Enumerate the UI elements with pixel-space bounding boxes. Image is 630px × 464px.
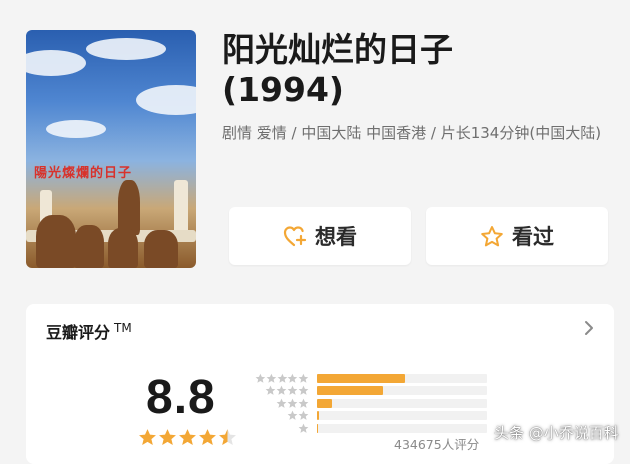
movie-title-name: 阳光灿烂的日子 (222, 30, 453, 69)
score-star-icon (219, 429, 236, 446)
movie-title: 阳光灿烂的日子 (1994) (222, 30, 617, 110)
distribution-stars (255, 385, 309, 396)
distribution-bar-fill (317, 398, 333, 408)
score-star-icon (179, 429, 196, 446)
seen-button[interactable]: 看过 (426, 207, 608, 265)
poster-cloud (26, 50, 86, 76)
score-star-icon (159, 429, 176, 446)
distribution-bar-fill (317, 373, 406, 383)
distribution-bar-track (317, 423, 487, 433)
distribution-bar-track (317, 386, 487, 396)
poster-title-art: 陽光燦爛的日子 (34, 166, 133, 181)
mini-star-icon (287, 410, 298, 421)
distribution-row (255, 397, 487, 410)
mini-star-icon (276, 385, 287, 396)
mini-star-icon (298, 410, 309, 421)
distribution-row (255, 372, 487, 385)
distribution-stars (255, 410, 309, 421)
heart-plus-icon (283, 226, 307, 247)
wish-button[interactable]: 想看 (229, 207, 411, 265)
rating-section-label: 豆瓣评分 (46, 323, 111, 342)
mini-star-icon (298, 385, 309, 396)
distribution-stars (255, 398, 309, 409)
movie-title-year: (1994) (222, 70, 345, 109)
seen-button-label: 看过 (512, 225, 554, 249)
distribution-bar-track (317, 398, 487, 408)
score-stars (138, 428, 237, 447)
poster-figure (118, 180, 140, 235)
rating-score: 8.8 (146, 371, 216, 424)
mini-star-icon (298, 423, 309, 433)
poster-figure (108, 228, 138, 268)
poster-cloud (86, 38, 166, 60)
mini-star-icon (298, 373, 309, 383)
distribution-bar-fill (317, 386, 384, 396)
score-star-icon (139, 429, 156, 446)
watermark: 头条 @小乔说百科 (494, 424, 619, 442)
poster-figure (36, 215, 76, 268)
mini-star-icon (265, 385, 276, 396)
movie-meta: 剧情 爱情 / 中国大陆 中国香港 / 片长134分钟(中国大陆) (222, 124, 602, 142)
rating-distribution (255, 372, 487, 435)
wish-button-label: 想看 (315, 225, 357, 249)
distribution-row (255, 422, 487, 435)
mini-star-icon (266, 373, 277, 383)
mini-star-icon (298, 398, 309, 408)
poster-cloud (136, 85, 196, 115)
poster-figure (144, 230, 178, 268)
distribution-bar-fill (317, 423, 318, 433)
rating-count[interactable]: 434675人评分 (394, 434, 479, 453)
poster-cloud (46, 120, 106, 138)
trademark-mark: TM (114, 320, 132, 335)
score-star-icon (199, 429, 216, 446)
movie-poster[interactable]: 陽光燦爛的日子 (26, 30, 196, 268)
distribution-bar-track (317, 411, 487, 421)
distribution-bar-fill (317, 411, 319, 421)
distribution-stars (255, 423, 309, 434)
mini-star-icon (288, 373, 298, 383)
poster-figure (74, 225, 104, 268)
distribution-stars (255, 373, 309, 384)
rating-section-title: 豆瓣评分 TM (46, 319, 132, 343)
mini-star-icon (255, 373, 266, 383)
mini-star-icon (277, 373, 287, 383)
distribution-row (255, 410, 487, 423)
mini-star-icon (276, 398, 287, 408)
distribution-row (255, 385, 487, 398)
mini-star-icon (287, 398, 298, 408)
distribution-bar-track (317, 373, 487, 383)
mini-star-icon (287, 385, 298, 396)
chevron-right-icon[interactable] (584, 320, 594, 336)
star-outline-icon (481, 225, 503, 246)
